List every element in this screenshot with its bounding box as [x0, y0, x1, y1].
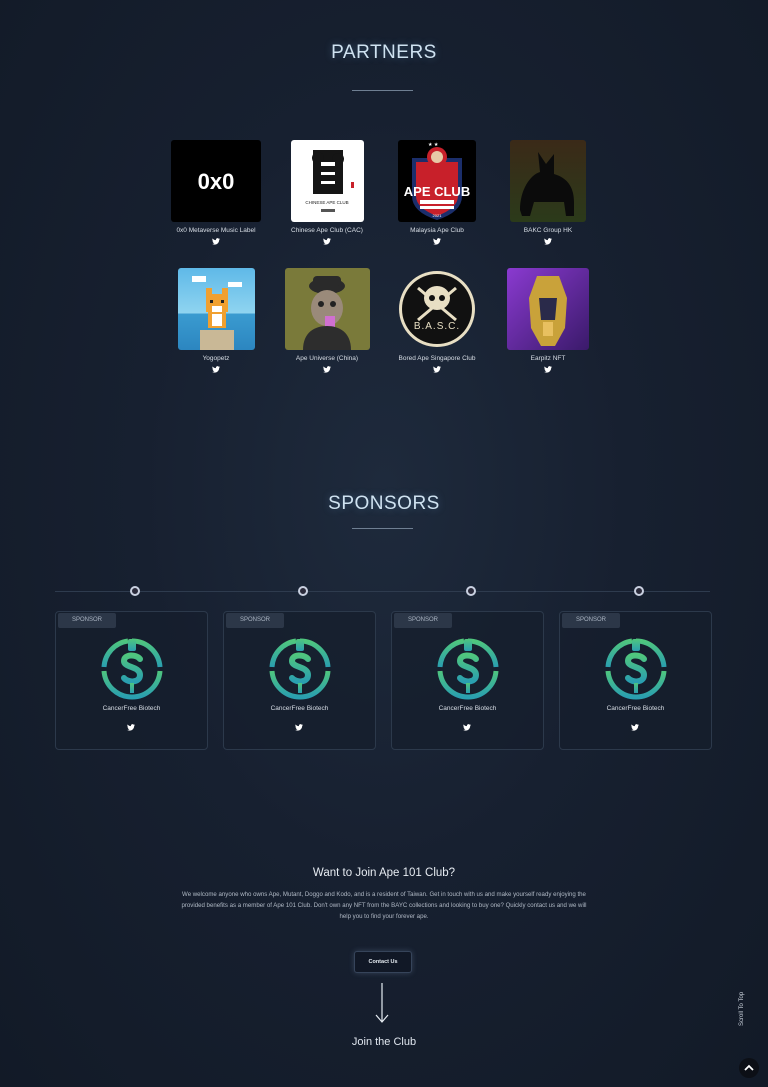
partner-logo-basc[interactable]: B.A.S.C. — [398, 268, 476, 350]
sponsor-card: SPONSOR CancerFree Biotech — [559, 611, 712, 750]
sponsor-logo[interactable] — [604, 637, 668, 701]
contact-us-button[interactable]: Contact Us — [354, 951, 412, 973]
sponsor-name: CancerFree Biotech — [606, 705, 665, 712]
twitter-icon[interactable] — [463, 724, 471, 731]
sponsor-logo[interactable] — [268, 637, 332, 701]
sponsors-title-divider — [352, 528, 413, 529]
partner-logo-0x0[interactable]: 0x0 — [171, 140, 261, 222]
join-title: Want to Join Ape 101 Club? — [312, 867, 456, 879]
sponsor-card: SPONSOR CancerFree Biotech — [55, 611, 208, 750]
twitter-icon[interactable] — [631, 724, 639, 731]
scroll-to-top-label[interactable]: Scroll To Top — [739, 992, 745, 1026]
partner-logo-year: 2021 — [432, 213, 442, 218]
partner-logo-text: 0x0 — [197, 169, 235, 194]
partner-name: 0x0 Metaverse Music Label — [176, 227, 256, 234]
timeline-dot — [634, 586, 644, 596]
partners-title: PARTNERS — [331, 42, 437, 63]
partner-name: Malaysia Ape Club — [410, 227, 464, 234]
twitter-icon[interactable] — [433, 238, 441, 245]
partner-logo-ape-universe[interactable] — [284, 268, 370, 350]
partner-card: Earpitz NFT — [493, 268, 603, 373]
twitter-icon[interactable] — [295, 724, 303, 731]
pixel-fox — [191, 276, 242, 350]
partners-title-divider — [352, 90, 413, 91]
twitter-icon[interactable] — [212, 366, 220, 373]
ape-stamp-graphic — [311, 150, 354, 212]
svg-text:★ ★: ★ ★ — [428, 142, 439, 148]
partner-logo-yogopetz[interactable] — [177, 268, 255, 350]
timeline-dot — [298, 586, 308, 596]
partner-logo-malaysia[interactable]: ★ ★ APE CLUB 2021 — [398, 140, 476, 222]
sponsor-badge: SPONSOR — [562, 613, 620, 628]
twitter-icon[interactable] — [212, 238, 220, 245]
partner-name: Ape Universe (China) — [295, 355, 359, 362]
join-the-club-link[interactable]: Join the Club — [0, 1036, 768, 1048]
arrow-down-icon — [375, 983, 389, 1023]
twitter-icon[interactable] — [127, 724, 135, 731]
sponsor-logo[interactable] — [100, 637, 164, 701]
sponsor-name: CancerFree Biotech — [102, 705, 161, 712]
partner-name: Earpitz NFT — [530, 355, 566, 362]
partner-name: Bored Ape Singapore Club — [398, 355, 476, 362]
partner-card: Yogopetz — [161, 268, 271, 373]
partner-logo-text: B.A.S.C. — [413, 321, 461, 332]
sponsors-title: SPONSORS — [328, 493, 440, 514]
twitter-icon[interactable] — [544, 366, 552, 373]
partner-logo-bakc[interactable] — [510, 140, 586, 222]
gold-mask — [529, 276, 567, 346]
twitter-icon[interactable] — [544, 238, 552, 245]
timeline-dot — [466, 586, 476, 596]
twitter-icon[interactable] — [323, 366, 331, 373]
sponsor-logo[interactable] — [436, 637, 500, 701]
dog-silhouette — [520, 152, 574, 216]
chevron-up-icon — [744, 1064, 754, 1071]
partner-logo-cac[interactable]: CHINESE APE CLUB — [290, 140, 364, 222]
partner-logo-earpitz[interactable] — [507, 268, 589, 350]
scroll-to-top-button[interactable] — [739, 1058, 759, 1078]
sponsor-card: SPONSOR CancerFree Biotech — [223, 611, 376, 750]
skull-badge — [399, 271, 475, 347]
partner-name: Yogopetz — [202, 355, 230, 362]
timeline-dot — [130, 586, 140, 596]
sponsors-timeline — [55, 591, 710, 592]
partner-card: Ape Universe (China) — [272, 268, 382, 373]
partner-card: B.A.S.C. Bored Ape Singapore Club — [382, 268, 492, 373]
sponsor-name: CancerFree Biotech — [438, 705, 497, 712]
twitter-icon[interactable] — [323, 238, 331, 245]
partner-name: BAKC Group HK — [523, 227, 573, 234]
sponsor-badge: SPONSOR — [226, 613, 284, 628]
partner-card: CHINESE APE CLUB Chinese Ape Club (CAC) — [272, 140, 382, 245]
partner-card: BAKC Group HK — [493, 140, 603, 245]
sponsor-name: CancerFree Biotech — [270, 705, 329, 712]
ape-portrait — [302, 276, 351, 350]
sponsor-card: SPONSOR CancerFree Biotech — [391, 611, 544, 750]
sponsor-badge: SPONSOR — [58, 613, 116, 628]
partner-logo-text: CHINESE APE CLUB — [305, 200, 349, 205]
partner-name: Chinese Ape Club (CAC) — [291, 227, 363, 234]
twitter-icon[interactable] — [433, 366, 441, 373]
partner-card: 0x0 0x0 Metaverse Music Label — [161, 140, 271, 245]
ape-club-shield: ★ ★ — [412, 142, 462, 220]
join-description: We welcome anyone who owns Ape, Mutant, … — [181, 891, 587, 920]
partner-card: ★ ★ APE CLUB 2021 Malaysia Ape Club — [382, 140, 492, 245]
partner-logo-text: APE CLUB — [403, 184, 471, 199]
sponsor-badge: SPONSOR — [394, 613, 452, 628]
